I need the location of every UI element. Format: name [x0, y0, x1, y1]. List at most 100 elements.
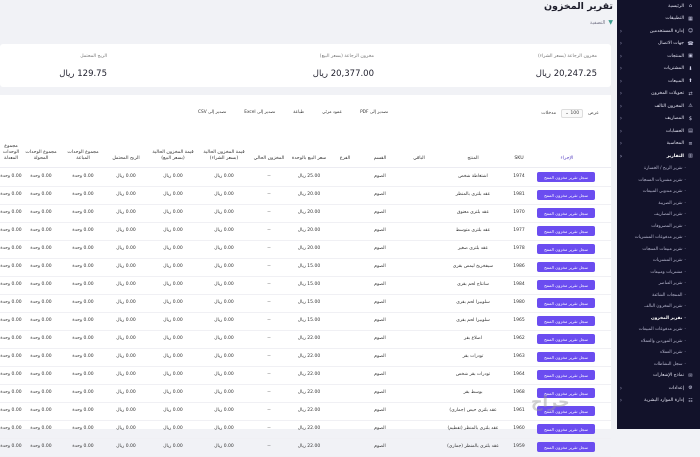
filter-toggle[interactable]: ▼ التصفية [590, 19, 613, 26]
expense-icon: $ [688, 115, 693, 122]
sidebar-item[interactable]: - تقرير العملاء [617, 347, 700, 359]
sidebar-item[interactable]: ≡ المحاسبة ‹ [617, 138, 700, 150]
sidebar-item[interactable]: ⚙ إعدادات ‹ [617, 382, 700, 394]
export-buttons: تصدير إلى CSV تصدير إلى Excel طباعة عمود مر… [195, 108, 391, 117]
sidebar-item[interactable]: - تقرير الضريبة [617, 197, 700, 209]
contacts-icon: ☎ [687, 40, 694, 47]
cell-profit: 0.00 ريال [116, 282, 136, 287]
export-button[interactable]: تصدير إلى Excel [241, 108, 278, 117]
stock-history-button[interactable]: سجل تقرير مخزون المنتج [537, 352, 595, 362]
cell-stock: -- [267, 246, 271, 251]
sidebar-item[interactable]: - تقرير مبيعات المنتجات [617, 243, 700, 255]
sidebar-item[interactable]: ▦ التطبيقات [617, 13, 700, 25]
cell-stock: -- [267, 354, 271, 359]
chevron-icon: ‹ [619, 152, 623, 160]
sidebar-item[interactable]: - تقرير العناصر [617, 278, 700, 290]
export-button[interactable]: تصدير إلى PDF [357, 108, 391, 117]
table-header: الإجراء SKU المنتج الباقي القسم الفرع سعر البي… [0, 137, 611, 168]
sidebar-item[interactable]: ▣ المنتجات ‹ [617, 50, 700, 62]
cell-dept: الصوم [374, 210, 386, 215]
table-row: سجل تقرير مخزون المنتج 1963 تودرات بقر الصو… [0, 348, 611, 367]
sidebar-item[interactable]: - سجل النشاطات [617, 358, 700, 370]
stock-history-button[interactable]: سجل تقرير مخزون المنتج [537, 172, 595, 182]
column-header[interactable]: الربح المحتمل [106, 156, 146, 162]
sidebar-item[interactable]: $ المصاريف ‹ [617, 113, 700, 125]
table-row: سجل تقرير مخزون المنتج 1970 عقد بلتري معنو… [0, 204, 611, 223]
column-header[interactable]: قيمة المخزون الحالية (بسعر البيع) [148, 150, 198, 162]
sidebar-item[interactable]: - تقرير مدفوعات المبيعات [617, 324, 700, 336]
cell-sku: 1959 [513, 444, 525, 449]
page-title: تقرير المخزون [543, 1, 613, 12]
column-header[interactable]: مجموع الوحدات المحولة [22, 150, 60, 162]
sidebar-item[interactable]: ▤ الحسابات ‹ [617, 125, 700, 137]
stock-history-button[interactable]: سجل تقرير مخزون المنتج [537, 298, 595, 308]
column-header[interactable]: سعر البيع بالوحدة [290, 156, 328, 162]
column-header[interactable]: الباقي [400, 156, 438, 162]
cell-price: 22.00 ريال [297, 408, 321, 413]
chevron-icon: ‹ [619, 115, 623, 122]
table-row: سجل تقرير مخزون المنتج 1968 بوسط بقر الصوم 2… [0, 384, 611, 403]
sidebar-item[interactable]: - تقرير المصروفات [617, 220, 700, 232]
stock-history-button[interactable]: سجل تقرير مخزون المنتج [537, 244, 595, 254]
stock-history-button[interactable]: سجل تقرير مخزون المنتج [537, 334, 595, 344]
sidebar-item[interactable]: - تقرير المخزون [617, 312, 700, 324]
stock-history-button[interactable]: سجل تقرير مخزون المنتج [537, 442, 595, 452]
sidebar-item[interactable]: - مشتريات ومبيعات [617, 266, 700, 278]
sidebar-item[interactable]: ⬇ المشتريات ‹ [617, 63, 700, 75]
export-button[interactable]: تصدير إلى CSV [195, 108, 229, 117]
stock-history-button[interactable]: سجل تقرير مخزون المنتج [537, 190, 595, 200]
sidebar-item[interactable]: ⬆ المبيعات ‹ [617, 75, 700, 87]
sidebar-item[interactable]: - المنتجات الشائعة [617, 289, 700, 301]
cell-adjust: 0.00 وحدة [0, 444, 22, 449]
page-size-value: 100 [570, 111, 580, 116]
stock-history-button[interactable]: سجل تقرير مخزون المنتج [537, 280, 595, 290]
column-header[interactable]: المخزون الحالي [250, 156, 288, 162]
sidebar-item[interactable]: - تقرير مندوبي المبيعات [617, 186, 700, 198]
cell-cost-val: 0.00 ريال [214, 372, 234, 377]
export-button[interactable]: طباعة [290, 108, 307, 117]
cell-sold: 0.00 وحدة [72, 300, 94, 305]
sidebar-item[interactable]: - تقرير الموردين والعملاء [617, 335, 700, 347]
cell-stock: -- [267, 390, 271, 395]
cell-cost-val: 0.00 ريال [214, 282, 234, 287]
sidebar-item[interactable]: - تقرير مشتريات المنتجات [617, 174, 700, 186]
column-header[interactable]: الإجراء [533, 156, 601, 162]
stock-history-button[interactable]: سجل تقرير مخزون المنتج [537, 424, 595, 434]
sidebar-item[interactable]: - تقرير المصاريف [617, 209, 700, 221]
stock-history-button[interactable]: سجل تقرير مخزون المنتج [537, 316, 595, 326]
column-header[interactable]: القسم [362, 156, 398, 162]
sidebar-item[interactable]: - تقرير الربح / الخسارة [617, 163, 700, 175]
sidebar-item[interactable]: - تقرير المشتريات [617, 255, 700, 267]
sidebar-item[interactable]: ▥ التقارير ‹ [617, 150, 700, 162]
export-button[interactable]: عمود مرئي [319, 108, 345, 117]
column-header[interactable]: المنتج [440, 156, 506, 162]
sidebar-item[interactable]: ✉ نماذج الإشعارات [617, 370, 700, 382]
sidebar-item[interactable]: ☎ جهات الاتصال ‹ [617, 38, 700, 50]
cell-sold: 0.00 وحدة [72, 372, 94, 377]
sidebar-item[interactable]: ⇄ تحويلات المخزون ‹ [617, 88, 700, 100]
bullet-icon: - [684, 166, 686, 171]
stock-history-button[interactable]: سجل تقرير مخزون المنتج [537, 226, 595, 236]
table-row: سجل تقرير مخزون المنتج 1986 سيفخريخ ليمص ب… [0, 258, 611, 277]
cell-sale-val: 0.00 ريال [163, 282, 183, 287]
sidebar-item[interactable]: ⌂ الرئيسية [617, 0, 700, 12]
stock-history-button[interactable]: سجل تقرير مخزون المنتج [537, 262, 595, 272]
chevron-icon: ‹ [619, 40, 623, 47]
sidebar-item[interactable]: ⚠ المخزون التالف ‹ [617, 100, 700, 112]
column-header[interactable]: الفرع [330, 156, 360, 162]
damage-icon: ⚠ [688, 103, 693, 109]
column-header[interactable]: قيمة المخزون الحالية (بسعر الشراء) [200, 150, 248, 162]
sidebar-item-label: تقرير المخزون [650, 315, 683, 321]
column-header[interactable]: SKU [508, 156, 530, 162]
sidebar-item[interactable]: - تقرير المخزون التالف [617, 301, 700, 313]
column-header[interactable]: مجموع الوحدات المباعة [62, 150, 104, 162]
sidebar-item[interactable]: - تقرير مدفوعات المشتريات [617, 232, 700, 244]
sidebar-item[interactable]: ☺ إدارة المستخدمين ‹ [617, 25, 700, 37]
cell-sale-val: 0.00 ريال [163, 318, 183, 323]
stock-history-button[interactable]: سجل تقرير مخزون المنتج [537, 370, 595, 380]
sidebar-item[interactable]: ☷ إدارة الموارد البشرية ‹ [617, 395, 700, 407]
cell-sale-val: 0.00 ريال [163, 408, 183, 413]
stock-history-button[interactable]: سجل تقرير مخزون المنتج [537, 208, 595, 218]
column-header[interactable]: مجموع الوحدات المعدلة [0, 144, 22, 162]
page-size-select[interactable]: 100 ⌄ [561, 109, 584, 118]
